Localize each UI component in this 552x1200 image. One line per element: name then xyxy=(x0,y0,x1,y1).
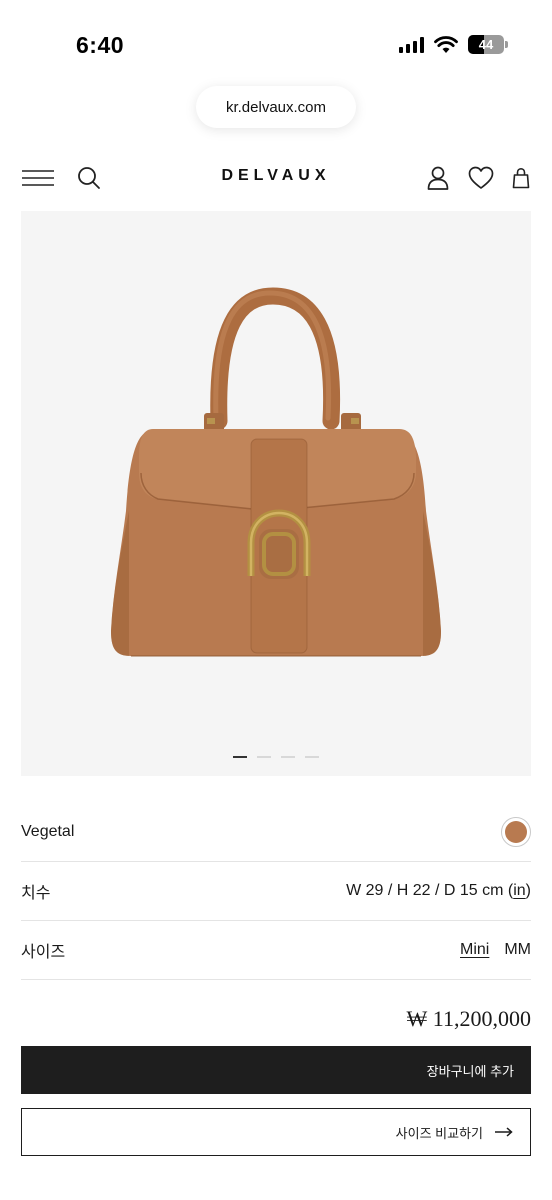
dimensions-row: 치수 W 29 / H 22 / D 15 cm (in) xyxy=(21,862,531,921)
dimensions-value: W 29 / H 22 / D 15 cm (in) xyxy=(346,882,531,899)
arrow-right-icon xyxy=(495,1127,513,1137)
color-row: Vegetal xyxy=(21,803,531,862)
size-options: Mini MM xyxy=(460,941,531,959)
account-icon[interactable] xyxy=(423,163,453,193)
compare-sizes-label: 사이즈 비교하기 xyxy=(395,1125,483,1141)
handbag-illustration xyxy=(111,287,441,657)
site-header: DELVAUX xyxy=(0,155,552,201)
product-image[interactable] xyxy=(21,211,531,776)
compare-sizes-button[interactable]: 사이즈 비교하기 xyxy=(21,1108,531,1156)
unit-toggle-link[interactable]: in xyxy=(513,882,525,899)
color-name: Vegetal xyxy=(21,823,75,840)
carousel-dot[interactable] xyxy=(281,756,295,758)
address-bar[interactable]: kr.delvaux.com xyxy=(196,86,356,128)
dimensions-label: 치수 xyxy=(21,885,51,902)
color-swatch-fill xyxy=(505,821,527,843)
battery-level: 44 xyxy=(478,37,494,52)
carousel-dot[interactable] xyxy=(305,756,319,758)
carousel-dots xyxy=(21,756,531,758)
status-time: 6:40 xyxy=(76,32,125,58)
heart-icon[interactable] xyxy=(466,163,496,193)
size-label: 사이즈 xyxy=(21,944,66,961)
size-option-mm[interactable]: MM xyxy=(504,941,531,959)
product-price: ₩ 11,200,000 xyxy=(406,1006,531,1031)
size-row: 사이즈 Mini MM xyxy=(21,921,531,980)
wifi-icon xyxy=(434,35,458,53)
status-icons: 44 xyxy=(399,35,508,54)
color-swatch[interactable] xyxy=(501,817,531,847)
battery-icon: 44 xyxy=(468,35,508,54)
carousel-dot[interactable] xyxy=(233,756,247,758)
add-to-cart-button[interactable]: 장바구니에 추가 xyxy=(21,1046,531,1094)
bag-icon[interactable] xyxy=(508,163,534,193)
status-bar: 6:40 44 xyxy=(0,0,552,90)
cellular-signal-icon xyxy=(399,36,424,53)
carousel-dot[interactable] xyxy=(257,756,271,758)
size-option-mini[interactable]: Mini xyxy=(460,941,489,959)
